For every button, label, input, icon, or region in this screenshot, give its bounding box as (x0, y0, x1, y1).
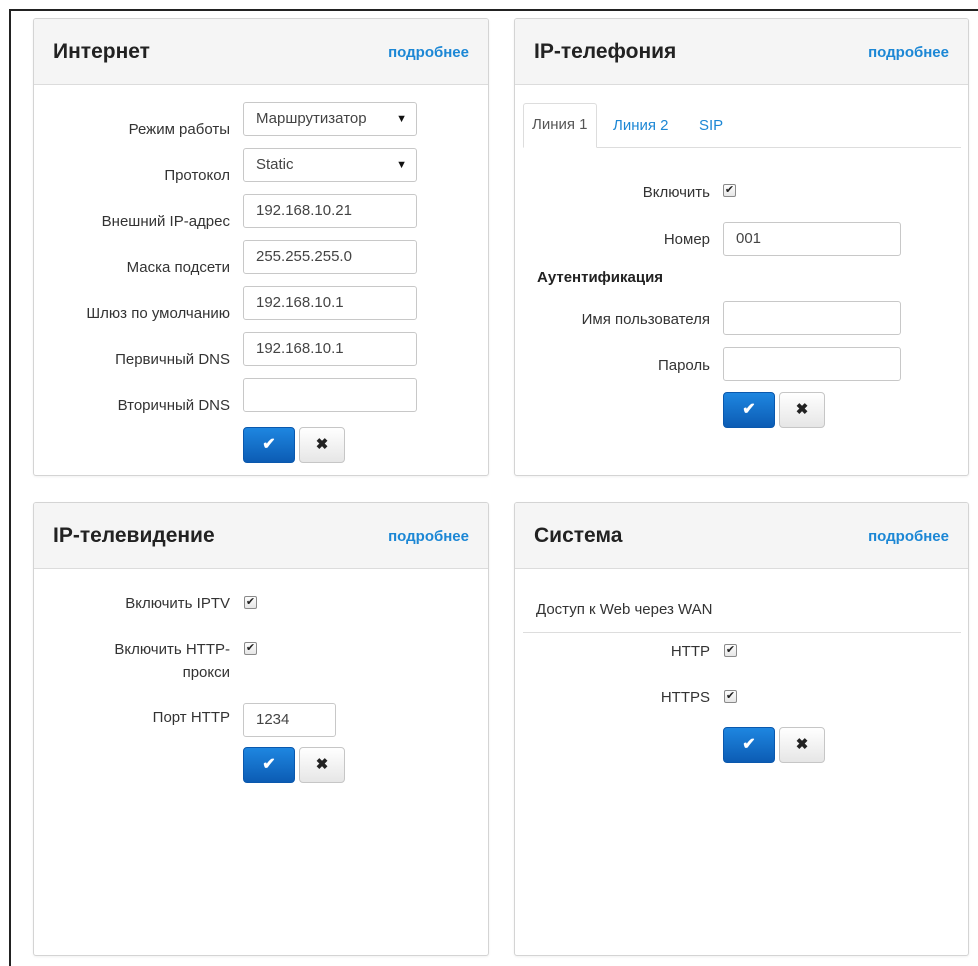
system-panel-header: Система подробнее (515, 503, 968, 569)
ip-phone-apply-button[interactable]: ✔ (723, 392, 775, 428)
gateway-input[interactable]: 192.168.10.1 (243, 286, 417, 320)
ext-ip-input[interactable]: 192.168.10.21 (243, 194, 417, 228)
dns1-input[interactable]: 192.168.10.1 (243, 332, 417, 366)
ext-ip-label: Внешний IP-адрес (101, 213, 230, 230)
close-icon: ✖ (315, 756, 329, 773)
enable-proxy-label-line1: Включить HTTP- (114, 641, 230, 658)
enable-iptv-checkbox[interactable]: ✔ (244, 596, 257, 609)
tab-line-1[interactable]: Линия 1 (523, 103, 597, 148)
protocol-select[interactable]: Static ▼ (243, 148, 417, 182)
username-label: Имя пользователя (581, 311, 710, 328)
close-icon: ✖ (795, 401, 809, 418)
tab-sip[interactable]: SIP (699, 117, 723, 134)
http-label: HTTP (670, 643, 710, 660)
system-apply-button[interactable]: ✔ (723, 727, 775, 763)
check-icon: ✔ (742, 736, 756, 753)
check-icon: ✔ (262, 756, 276, 773)
internet-title: Интернет (53, 40, 150, 63)
web-access-divider (523, 632, 961, 633)
web-access-title: Доступ к Web через WAN (536, 601, 713, 618)
password-label: Пароль (657, 357, 710, 374)
enable-proxy-label-line2: прокси (182, 664, 230, 681)
dns2-input[interactable] (243, 378, 417, 412)
chevron-down-icon: ▼ (396, 159, 407, 171)
http-port-input[interactable]: 1234 (243, 703, 336, 737)
iptv-title: IP-телевидение (53, 524, 215, 547)
iptv-panel-header: IP-телевидение подробнее (34, 503, 488, 569)
mode-select[interactable]: Маршрутизатор ▼ (243, 102, 417, 136)
username-input[interactable] (723, 301, 901, 335)
auth-section-title: Аутентификация (537, 269, 664, 286)
internet-cancel-button[interactable]: ✖ (299, 427, 345, 463)
system-title: Система (534, 524, 623, 547)
mask-input[interactable]: 255.255.255.0 (243, 240, 417, 274)
dns1-label: Первичный DNS (115, 351, 230, 368)
gateway-label: Шлюз по умолчанию (86, 305, 230, 322)
ip-phone-more-link[interactable]: подробнее (868, 44, 949, 61)
enable-iptv-label: Включить IPTV (125, 595, 230, 612)
system-panel: Система подробнее Доступ к Web через WAN… (514, 502, 969, 956)
dns2-label: Вторичный DNS (117, 397, 230, 414)
http-checkbox[interactable]: ✔ (724, 644, 737, 657)
ip-phone-panel-header: IP-телефония подробнее (515, 19, 968, 85)
mask-label: Маска подсети (126, 259, 230, 276)
check-icon: ✔ (742, 401, 756, 418)
ip-phone-cancel-button[interactable]: ✖ (779, 392, 825, 428)
enable-line-checkbox[interactable]: ✔ (723, 184, 736, 197)
enable-proxy-checkbox[interactable]: ✔ (244, 642, 257, 655)
protocol-select-value: Static (256, 156, 294, 173)
number-label: Номер (663, 231, 710, 248)
protocol-label: Протокол (164, 167, 230, 184)
http-port-label: Порт HTTP (152, 709, 230, 726)
iptv-more-link[interactable]: подробнее (388, 528, 469, 545)
mode-select-value: Маршрутизатор (256, 110, 367, 127)
internet-panel-header: Интернет подробнее (34, 19, 488, 85)
number-input[interactable]: 001 (723, 222, 901, 256)
system-cancel-button[interactable]: ✖ (779, 727, 825, 763)
system-more-link[interactable]: подробнее (868, 528, 949, 545)
internet-apply-button[interactable]: ✔ (243, 427, 295, 463)
iptv-panel: IP-телевидение подробнее Включить IPTV ✔… (33, 502, 489, 956)
internet-panel: Интернет подробнее Режим работы Маршрути… (33, 18, 489, 476)
ip-phone-title: IP-телефония (534, 40, 677, 63)
mode-label: Режим работы (128, 121, 230, 138)
https-checkbox[interactable]: ✔ (724, 690, 737, 703)
enable-line-label: Включить (642, 184, 710, 201)
check-icon: ✔ (262, 436, 276, 453)
close-icon: ✖ (315, 436, 329, 453)
password-input[interactable] (723, 347, 901, 381)
tab-line-2[interactable]: Линия 2 (613, 117, 669, 134)
ip-phone-panel: IP-телефония подробнее Линия 1 Линия 2 S… (514, 18, 969, 476)
iptv-apply-button[interactable]: ✔ (243, 747, 295, 783)
iptv-cancel-button[interactable]: ✖ (299, 747, 345, 783)
close-icon: ✖ (795, 736, 809, 753)
chevron-down-icon: ▼ (396, 113, 407, 125)
internet-more-link[interactable]: подробнее (388, 44, 469, 61)
https-label: HTTPS (660, 689, 710, 706)
